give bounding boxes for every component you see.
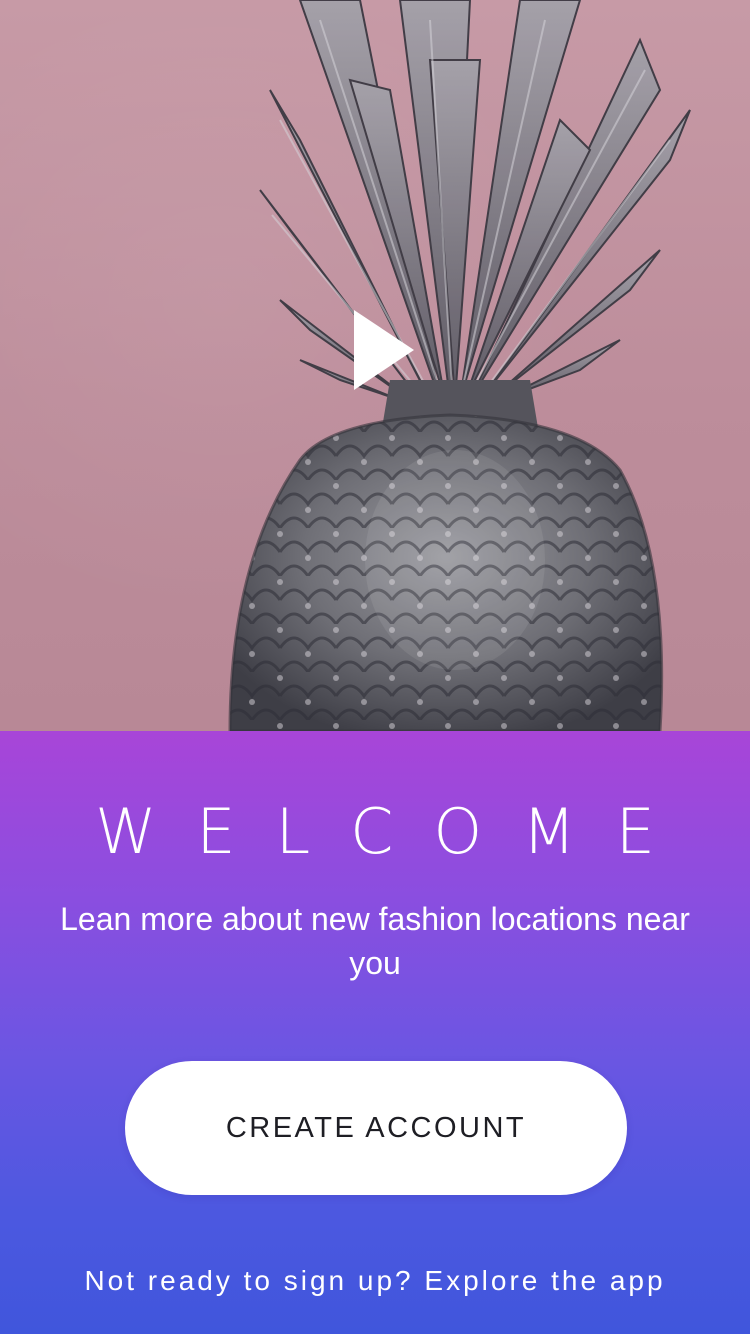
welcome-title: WELCOME [95,795,695,868]
explore-app-link[interactable]: Not ready to sign up? Explore the app [0,1261,750,1301]
welcome-panel: WELCOME Lean more about new fashion loca… [0,731,750,1334]
create-account-button[interactable]: CREATE ACCOUNT [125,1061,627,1195]
onboarding-screen: WELCOME Lean more about new fashion loca… [0,0,750,1334]
hero-video[interactable] [0,0,750,731]
welcome-subtitle: Lean more about new fashion locations ne… [60,901,690,981]
play-icon [354,310,414,390]
play-button[interactable] [330,300,430,400]
